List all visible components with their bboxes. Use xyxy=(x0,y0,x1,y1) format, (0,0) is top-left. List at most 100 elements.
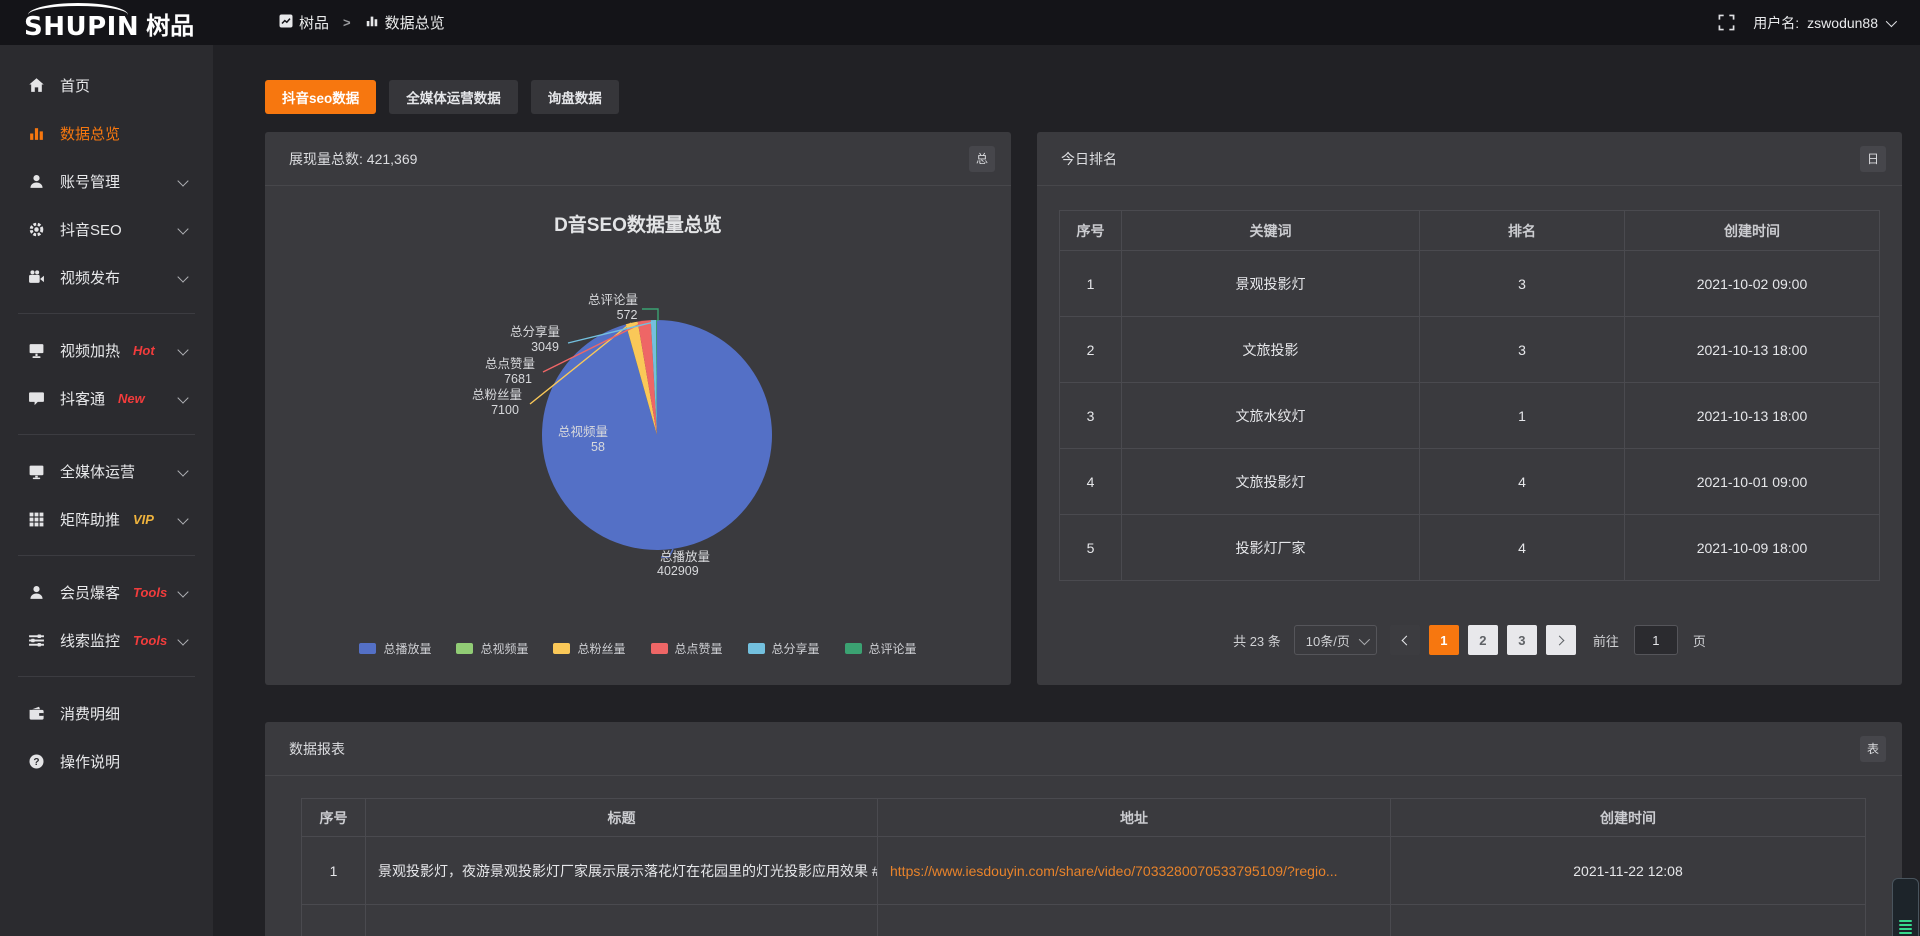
sidebar-item-lead-monitor[interactable]: 线索监控 Tools xyxy=(0,616,213,664)
report-title-cell: 景观投影灯，夜游景观投影灯厂家展示展示落花灯在花园里的灯光投影应用效果 # xyxy=(366,837,878,905)
table-row: 1 景观投影灯 3 2021-10-02 09:00 xyxy=(1060,251,1880,317)
tab-douyin-seo-data[interactable]: 抖音seo数据 xyxy=(265,80,376,114)
column-header: 创建时间 xyxy=(1391,799,1866,837)
today-rank-panel: 今日排名 日 序号 关键词 排名 创建时间 xyxy=(1037,132,1902,685)
topbar: SHUPIN 树品 树品 > 数据总览 用户名: xyxy=(0,0,1920,45)
legend-item[interactable]: 总分享量 xyxy=(748,640,820,657)
sidebar-divider xyxy=(18,676,195,677)
rank-table-header-row: 序号 关键词 排名 创建时间 xyxy=(1060,211,1880,251)
sidebar-item-matrix-boost[interactable]: 矩阵助推 VIP xyxy=(0,495,213,543)
goto-page-input[interactable] xyxy=(1634,625,1678,655)
legend-swatch xyxy=(651,643,668,654)
home-icon xyxy=(27,77,45,94)
sidebar-item-member-growth[interactable]: 会员爆客 Tools xyxy=(0,568,213,616)
breadcrumb-current[interactable]: 数据总览 xyxy=(365,12,445,33)
username: zswodun88 xyxy=(1807,15,1878,31)
legend-item[interactable]: 总点赞量 xyxy=(651,640,723,657)
user-icon xyxy=(27,584,45,601)
chat-bubble-icon xyxy=(27,390,45,407)
report-panel-header: 数据报表 表 xyxy=(265,722,1902,776)
report-table: 序号 标题 地址 创建时间 1 景观投影灯，夜游景观投影灯厂家展示展示落花灯在花… xyxy=(301,798,1866,936)
sidebar-divider xyxy=(18,555,195,556)
report-url-link[interactable]: https://www.iesdouyin.com/share/video/70… xyxy=(890,863,1378,879)
svg-text:?: ? xyxy=(33,756,39,767)
topbar-right: 用户名: zswodun88 xyxy=(1718,13,1920,33)
chevron-down-icon xyxy=(177,392,188,403)
chevron-down-icon xyxy=(177,223,188,234)
logo-text-cn: 树品 xyxy=(146,15,194,39)
chevron-down-icon xyxy=(1886,15,1897,26)
sidebar-item-data-overview[interactable]: 数据总览 xyxy=(0,109,213,157)
chevron-down-icon xyxy=(177,175,188,186)
sidebar-divider xyxy=(18,434,195,435)
tab-inquiry-data[interactable]: 询盘数据 xyxy=(531,80,619,114)
overview-total-badge-button[interactable]: 总 xyxy=(969,146,995,172)
table-row-clipped xyxy=(302,905,1866,936)
report-table-header-row: 序号 标题 地址 创建时间 xyxy=(302,799,1866,837)
pie-label: 总粉丝量 xyxy=(472,387,522,402)
sidebar-item-video-heat[interactable]: 视频加热 Hot xyxy=(0,326,213,374)
page-button-1[interactable]: 1 xyxy=(1429,625,1459,655)
column-header: 排名 xyxy=(1420,211,1625,251)
trend-icon xyxy=(279,14,293,32)
pie-label: 总播放量 xyxy=(660,549,710,564)
pie-chart[interactable]: D音SEO数据量总览 总播放量402909总视频量58总粉丝量7100总点赞量7… xyxy=(265,186,1011,683)
pie-label: 58 xyxy=(591,440,605,454)
pie-label-line xyxy=(642,309,658,321)
pie-label: 总分享量 xyxy=(510,324,560,339)
legend-swatch xyxy=(748,643,765,654)
next-page-button[interactable] xyxy=(1546,625,1576,655)
sidebar-item-help[interactable]: ? 操作说明 xyxy=(0,737,213,785)
chevron-down-icon xyxy=(177,271,188,282)
sidebar-item-account[interactable]: 账号管理 xyxy=(0,157,213,205)
legend-item[interactable]: 总播放量 xyxy=(359,640,431,657)
tab-media-operation-data[interactable]: 全媒体运营数据 xyxy=(389,80,518,114)
sidebar-item-douyin-seo[interactable]: 抖音SEO xyxy=(0,205,213,253)
sidebar: 首页 数据总览 账号管理 抖音SEO 视频发布 xyxy=(0,45,213,936)
pie-label: 总点赞量 xyxy=(485,357,535,371)
pie-chart-svg[interactable]: 总播放量402909总视频量58总粉丝量7100总点赞量7681总分享量3049… xyxy=(265,186,1011,683)
question-circle-icon: ? xyxy=(27,753,45,770)
page-size-select[interactable]: 10条/页 xyxy=(1294,625,1377,655)
chevron-down-icon xyxy=(177,634,188,645)
chevron-down-icon xyxy=(177,513,188,524)
pie-label: 3049 xyxy=(531,340,559,354)
page-button-3[interactable]: 3 xyxy=(1507,625,1537,655)
column-header: 标题 xyxy=(366,799,878,837)
pie-label: 572 xyxy=(617,308,638,322)
rank-table: 序号 关键词 排名 创建时间 1 景观投影灯 3 2021-10-02 09:0… xyxy=(1059,210,1880,581)
sidebar-item-doukutong[interactable]: 抖客通 New xyxy=(0,374,213,422)
bar-chart-icon xyxy=(27,125,45,142)
sidebar-item-consumption-detail[interactable]: 消费明细 xyxy=(0,689,213,737)
main-content: 抖音seo数据 全媒体运营数据 询盘数据 展现量总数: 421,369 总 D音… xyxy=(213,45,1920,936)
column-header: 地址 xyxy=(878,799,1391,837)
legend-swatch xyxy=(456,643,473,654)
pie-label: 总视频量 xyxy=(558,424,608,439)
overview-panel: 展现量总数: 421,369 总 D音SEO数据量总览 总播放量402909总视… xyxy=(265,132,1011,685)
breadcrumb-separator: > xyxy=(343,15,351,30)
breadcrumb-root[interactable]: 树品 xyxy=(279,12,329,33)
sidebar-item-home[interactable]: 首页 xyxy=(0,61,213,109)
prev-page-button[interactable] xyxy=(1390,625,1420,655)
chart-legend: 总播放量 总视频量 总粉丝量 总点赞量 总分享量 总评论量 xyxy=(265,640,1011,657)
logo: SHUPIN 树品 xyxy=(0,0,213,45)
legend-item[interactable]: 总视频量 xyxy=(456,640,528,657)
bar-chart-icon xyxy=(365,14,379,32)
sidebar-item-media-operation[interactable]: 全媒体运营 xyxy=(0,447,213,495)
rank-day-badge-button[interactable]: 日 xyxy=(1860,146,1886,172)
pie-label: 7100 xyxy=(491,403,519,417)
legend-item[interactable]: 总评论量 xyxy=(845,640,917,657)
legend-item[interactable]: 总粉丝量 xyxy=(553,640,625,657)
column-header: 序号 xyxy=(302,799,366,837)
floating-widget[interactable] xyxy=(1892,878,1919,936)
table-row: 2 文旅投影 3 2021-10-13 18:00 xyxy=(1060,317,1880,383)
gear-icon xyxy=(27,221,45,238)
fullscreen-icon[interactable] xyxy=(1718,14,1735,31)
report-table-badge-button[interactable]: 表 xyxy=(1860,736,1886,762)
goto-label: 前往 xyxy=(1593,631,1619,650)
user-menu[interactable]: 用户名: zswodun88 xyxy=(1753,13,1894,33)
sidebar-item-video-publish[interactable]: 视频发布 xyxy=(0,253,213,301)
page-button-2[interactable]: 2 xyxy=(1468,625,1498,655)
logo-arc xyxy=(28,3,128,15)
sidebar-divider xyxy=(18,313,195,314)
